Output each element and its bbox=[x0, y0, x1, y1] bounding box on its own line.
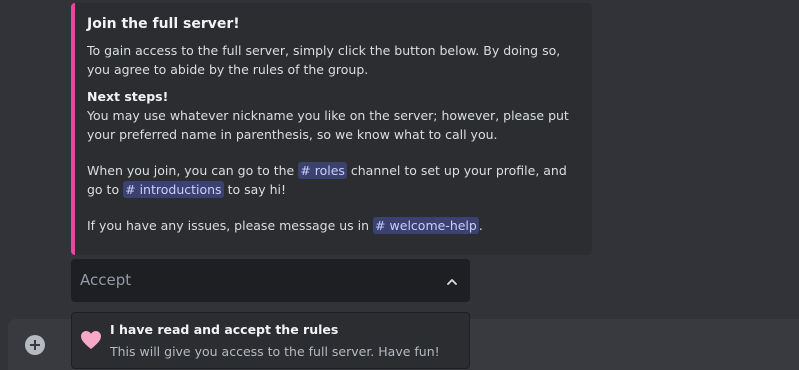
channel-mention-roles[interactable]: # roles bbox=[298, 162, 347, 179]
select-option-accept-rules[interactable]: I have read and accept the rules This wi… bbox=[71, 312, 470, 369]
plus-circle-icon[interactable] bbox=[25, 335, 45, 355]
rules-embed: Join the full server! To gain access to … bbox=[71, 3, 592, 255]
issues-text-before: If you have any issues, please message u… bbox=[87, 218, 370, 233]
issues-paragraph: If you have any issues, please message u… bbox=[87, 216, 578, 235]
chat-area: Join the full server! To gain access to … bbox=[0, 0, 799, 370]
option-label: I have read and accept the rules bbox=[110, 322, 339, 337]
channel-mention-label: roles bbox=[314, 163, 345, 178]
select-placeholder: Accept bbox=[80, 271, 132, 289]
embed-description: To gain access to the full server, simpl… bbox=[87, 41, 578, 235]
intro-paragraph: To gain access to the full server, simpl… bbox=[87, 43, 561, 77]
join-paragraph: When you join, you can go to the # roles … bbox=[87, 161, 578, 199]
channel-mention-label: introductions bbox=[139, 182, 222, 197]
channel-mention-introductions[interactable]: # introductions bbox=[123, 181, 224, 198]
accept-select-menu[interactable]: Accept bbox=[71, 259, 470, 302]
chevron-up-icon[interactable] bbox=[445, 275, 459, 289]
join-text-before: When you join, you can go to the bbox=[87, 163, 295, 178]
channel-mention-label: welcome-help bbox=[389, 218, 477, 233]
embed-title: Join the full server! bbox=[87, 16, 240, 32]
join-text-after: to say hi! bbox=[227, 182, 287, 197]
option-description: This will give you access to the full se… bbox=[110, 344, 440, 359]
pink-heart-icon bbox=[81, 331, 101, 349]
channel-mention-welcome-help[interactable]: # welcome-help bbox=[373, 217, 479, 234]
nickname-paragraph: You may use whatever nickname you like o… bbox=[87, 108, 569, 142]
next-steps-heading: Next steps! bbox=[87, 89, 169, 104]
issues-text-after: . bbox=[478, 218, 483, 233]
